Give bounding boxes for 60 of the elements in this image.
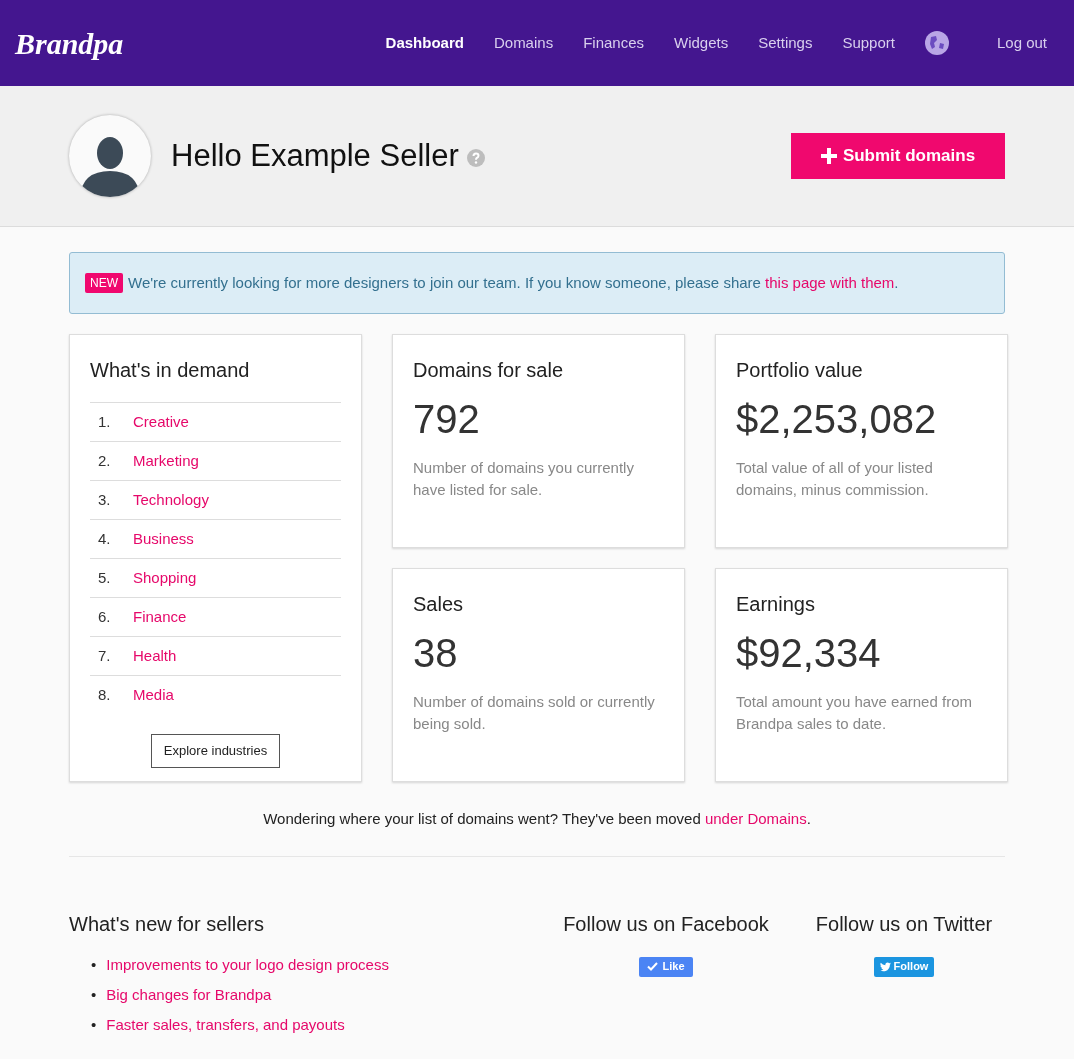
check-icon [647,962,659,971]
stat-description: Total value of all of your listed domains, minus commission. [736,458,934,500]
list-number: 3. [97,489,112,510]
industry-link[interactable]: Business [133,527,194,551]
bird-icon [879,961,891,972]
bullet: • [91,1014,97,1035]
industry-link[interactable]: Health [133,644,177,668]
card-title: What's in demand [90,358,251,383]
stat-value: $92,334 [736,630,882,677]
stat-value: $2,253,082 [736,396,938,443]
moved-note: Wondering where your list of domains went? They've been moved under Domains. [262,809,812,829]
stat-description: Total amount you have earned from Brandpa sales to date. [736,692,973,734]
list-number: 8. [97,684,112,705]
news-link[interactable]: Improvements to your logo design process [106,953,389,976]
like-button[interactable]: Like [639,956,693,977]
industry-link[interactable]: Creative [133,410,189,434]
nav-link[interactable]: Finances [583,31,644,55]
industry-link[interactable]: Technology [133,488,209,512]
logout-link[interactable]: Log out [996,31,1047,55]
notice-text: We're currently looking for more designers to join our team. If you know someone, please share this page with them. [128,272,899,293]
globe-icon[interactable] [924,31,949,55]
user-icon [80,135,140,197]
explore-industries-button[interactable]: Explore industries [150,734,281,768]
follow-button[interactable]: Follow [873,956,935,977]
plus-icon [820,148,837,164]
list-number: 2. [97,450,112,471]
submit-domains-button[interactable]: Submit domains [791,133,1005,179]
list-number: 4. [97,528,112,549]
section-title: Follow us on Twitter [815,911,993,937]
card-title: Sales [413,592,465,617]
card-title: Earnings [736,592,816,617]
news-link[interactable]: Faster sales, transfers, and payouts [106,1013,345,1036]
card-title: Domains for sale [413,358,565,383]
stat-description: Number of domains you currently have listed for sale. [413,458,635,500]
domains-link[interactable]: under Domains [704,810,807,827]
greeting-heading: Hello Example Seller [171,136,459,175]
card-title: Portfolio value [736,358,864,383]
list-number: 1. [97,411,112,432]
list-number: 5. [97,567,112,588]
stat-description: Number of domains sold or currently being sold. [413,692,656,734]
list-number: 6. [97,606,112,627]
industry-link[interactable]: Finance [133,605,187,629]
industry-link[interactable]: Marketing [133,449,199,473]
nav-link[interactable]: Support [842,31,895,55]
new-badge: NEW [85,273,123,293]
nav-link[interactable]: Widgets [674,31,729,55]
industry-link[interactable]: Shopping [133,566,197,590]
nav-link[interactable]: Dashboard [385,31,464,55]
logo[interactable]: Brandpa [15,20,124,66]
stat-value: 38 [413,630,459,677]
industry-link[interactable]: Media [133,683,174,707]
section-title: What's new for sellers [69,911,265,937]
bullet: • [91,954,97,975]
section-title: Follow us on Facebook [563,911,769,937]
nav-link[interactable]: Settings [758,31,813,55]
nav-link[interactable]: Domains [493,31,554,55]
news-link[interactable]: Big changes for Brandpa [106,983,272,1006]
bullet: • [91,984,97,1005]
list-number: 7. [97,645,112,666]
stat-value: 792 [413,396,481,443]
